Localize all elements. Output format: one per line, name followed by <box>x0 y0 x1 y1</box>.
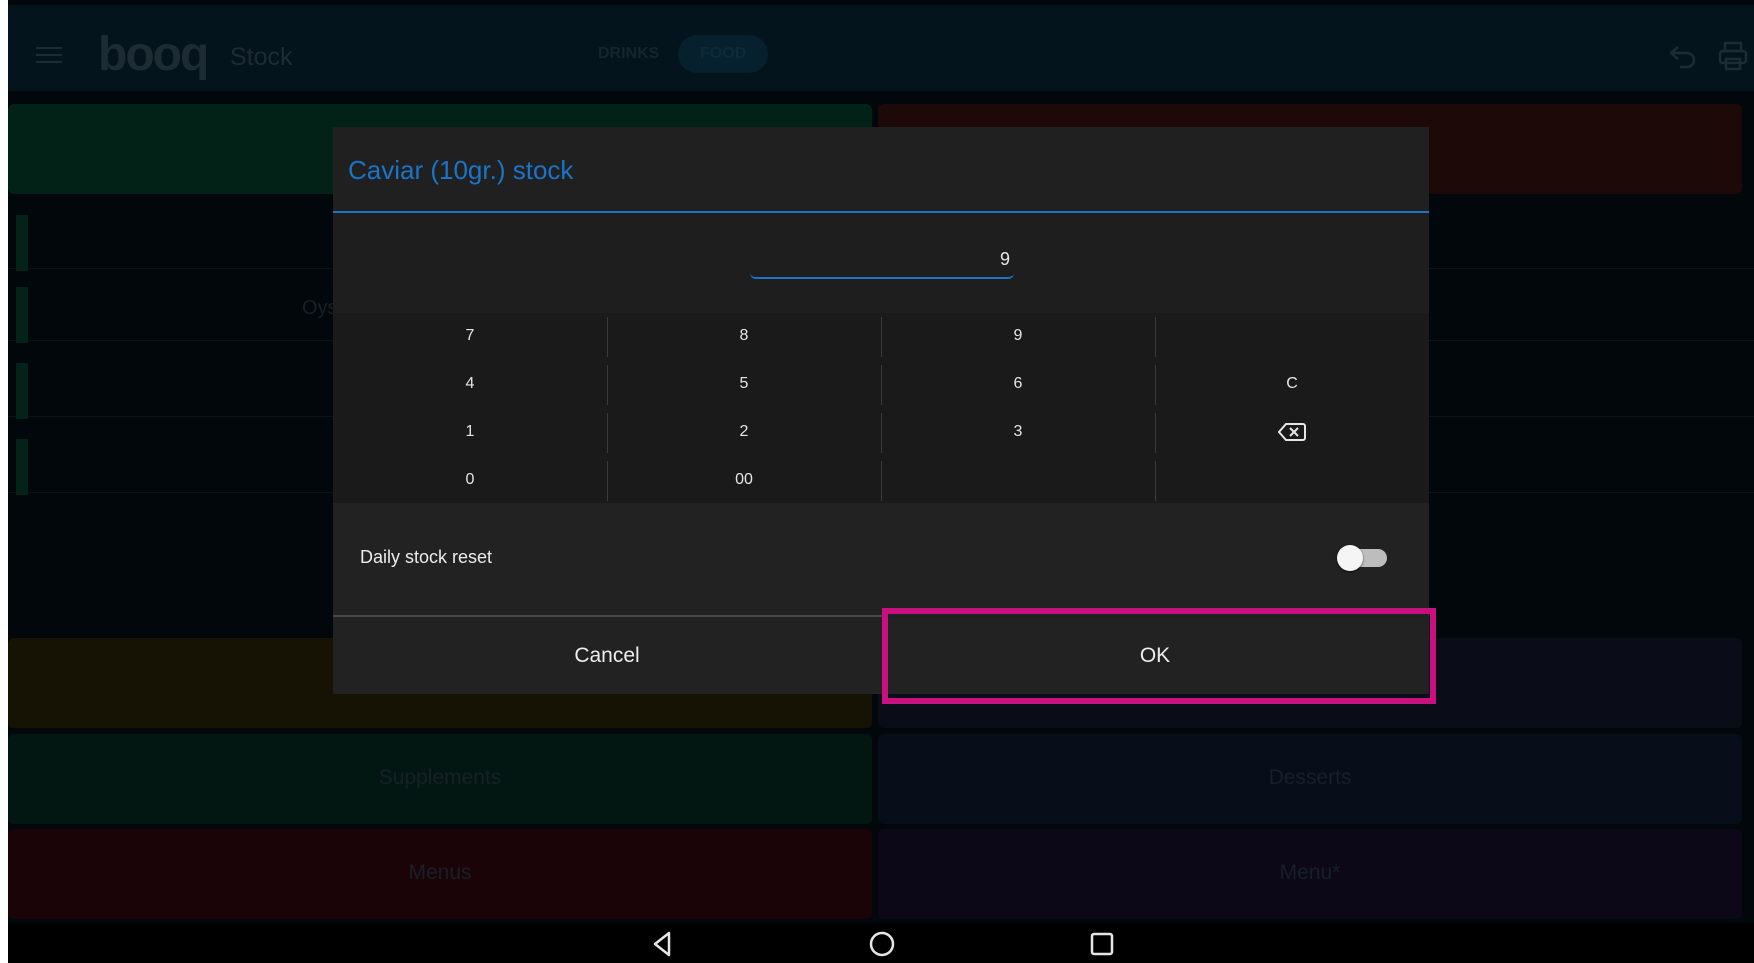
key-7[interactable]: 7 <box>333 313 607 359</box>
ok-button[interactable]: OK <box>881 617 1429 694</box>
value-area <box>333 213 1429 313</box>
key-4[interactable]: 4 <box>333 361 607 407</box>
key-empty <box>1155 313 1429 359</box>
key-5[interactable]: 5 <box>607 361 881 407</box>
keypad-separator <box>607 461 608 501</box>
keypad-separator <box>1155 365 1156 405</box>
key-empty <box>881 457 1155 503</box>
cancel-button[interactable]: Cancel <box>333 617 881 694</box>
desserts-tile: Desserts <box>878 734 1742 824</box>
daily-reset-label: Daily stock reset <box>360 547 493 567</box>
key-3[interactable]: 3 <box>881 409 1155 455</box>
keypad-separator <box>607 413 608 453</box>
back-icon[interactable] <box>648 929 678 959</box>
undo-icon[interactable] <box>1668 43 1698 69</box>
key-clear[interactable]: C <box>1155 361 1429 407</box>
keypad-separator <box>1155 317 1156 357</box>
stock-dialog: Caviar (10gr.) stock 7 8 9 4 5 6 C 1 2 3… <box>333 127 1429 694</box>
keypad-separator <box>607 317 608 357</box>
app-logo: booq <box>98 28 209 81</box>
menu-star-tile: Menu* <box>878 829 1742 919</box>
tab-drinks[interactable]: DRINKS <box>576 35 681 73</box>
keypad-separator <box>1155 413 1156 453</box>
daily-reset-row: Daily stock reset <box>333 503 1429 615</box>
menus-tile: Menus <box>8 829 872 919</box>
page-title: Stock <box>230 43 293 71</box>
number-keypad: 7 8 9 4 5 6 C 1 2 3 0 00 <box>333 313 1429 503</box>
key-backspace[interactable] <box>1155 409 1429 455</box>
key-empty <box>1155 457 1429 503</box>
supplements-tile: Supplements <box>8 734 872 824</box>
key-1[interactable]: 1 <box>333 409 607 455</box>
home-icon[interactable] <box>867 929 897 959</box>
key-00[interactable]: 00 <box>607 457 881 503</box>
system-nav-bar <box>8 923 1754 963</box>
menu-icon[interactable] <box>36 47 62 65</box>
keypad-separator <box>1155 461 1156 501</box>
print-icon[interactable] <box>1718 41 1748 71</box>
stock-value-input[interactable] <box>750 241 1014 279</box>
toggle-knob <box>1337 545 1363 571</box>
keypad-separator <box>881 365 882 405</box>
keypad-separator <box>881 317 882 357</box>
key-9[interactable]: 9 <box>881 313 1155 359</box>
backspace-icon <box>1277 422 1306 441</box>
keypad-separator <box>881 413 882 453</box>
keypad-separator <box>607 365 608 405</box>
tab-food[interactable]: FOOD <box>678 35 769 73</box>
dialog-title: Caviar (10gr.) stock <box>348 155 574 185</box>
key-6[interactable]: 6 <box>881 361 1155 407</box>
key-2[interactable]: 2 <box>607 409 881 455</box>
recents-icon[interactable] <box>1087 929 1117 959</box>
daily-reset-toggle[interactable] <box>1337 545 1387 571</box>
key-0[interactable]: 0 <box>333 457 607 503</box>
key-8[interactable]: 8 <box>607 313 881 359</box>
app-bar: booq Stock DRINKS FOOD <box>8 5 1754 91</box>
keypad-separator <box>881 461 882 501</box>
